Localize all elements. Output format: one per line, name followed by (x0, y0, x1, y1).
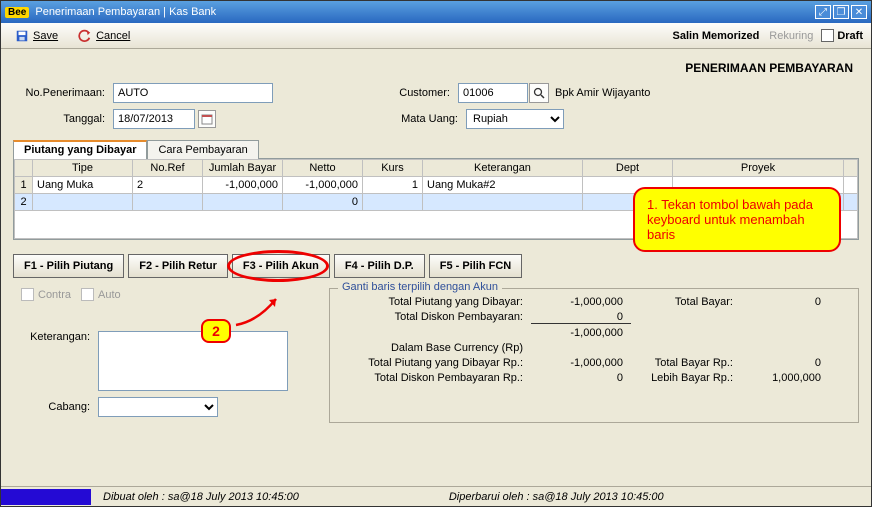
annotation-callout-2: 2 (201, 319, 231, 343)
sum-lebihbayar-val: 1,000,000 (741, 372, 821, 384)
status-created: Dibuat oleh : sa@18 July 2013 10:45:00 (93, 491, 309, 503)
col-ket: Keterangan (423, 160, 583, 177)
rekuring-label: Rekuring (769, 30, 813, 42)
save-label: Save (33, 30, 58, 42)
sum-diskon-rp-val: 0 (531, 372, 631, 384)
f4-pilih-dp-button[interactable]: F4 - Pilih D.P. (334, 254, 425, 278)
f2-pilih-retur-button[interactable]: F2 - Pilih Retur (128, 254, 228, 278)
sum-subtotal-val: -1,000,000 (531, 327, 631, 339)
save-icon (15, 29, 29, 43)
f3-pilih-akun-button[interactable]: F3 - Pilih Akun (232, 254, 330, 278)
col-noref: No.Ref (133, 160, 203, 177)
col-proyek: Proyek (673, 160, 844, 177)
matauang-label: Mata Uang: (401, 113, 466, 125)
save-button[interactable]: Save (9, 26, 64, 46)
sum-totalbayar-rp-label: Total Bayar Rp.: (631, 357, 741, 369)
calendar-icon (201, 113, 213, 125)
status-progress (1, 489, 91, 505)
undo-icon (78, 29, 92, 43)
sum-piutang-label: Total Piutang yang Dibayar: (336, 296, 531, 308)
tanggal-label: Tanggal: (13, 113, 113, 125)
cancel-label: Cancel (96, 30, 130, 42)
no-penerimaan-field[interactable] (113, 83, 273, 103)
draft-checkbox[interactable] (821, 29, 834, 42)
auto-label: Auto (98, 289, 121, 301)
sum-piutang-val: -1,000,000 (531, 296, 631, 308)
col-kurs: Kurs (363, 160, 423, 177)
summary-group: Ganti baris terpilih dengan Akun Total P… (329, 288, 859, 423)
cabang-combo[interactable] (98, 397, 218, 417)
f1-pilih-piutang-button[interactable]: F1 - Pilih Piutang (13, 254, 124, 278)
cabang-label: Cabang: (13, 401, 98, 413)
contra-label: Contra (38, 289, 71, 301)
sum-basecurr-label: Dalam Base Currency (Rp) (336, 342, 531, 354)
close-icon[interactable]: ✕ (851, 5, 867, 19)
sum-diskon-rp-label: Total Diskon Pembayaran Rp.: (336, 372, 531, 384)
col-jumlah: Jumlah Bayar (203, 160, 283, 177)
sum-totalbayar-label: Total Bayar: (631, 296, 741, 308)
col-netto: Netto (283, 160, 363, 177)
maximize-icon[interactable]: ❐ (833, 5, 849, 19)
matauang-combo[interactable]: Rupiah (466, 109, 564, 129)
customer-field[interactable] (458, 83, 528, 103)
sum-totalbayar-val: 0 (741, 296, 821, 308)
status-updated: Diperbarui oleh : sa@18 July 2013 10:45:… (439, 491, 674, 503)
sum-diskon-label: Total Diskon Pembayaran: (336, 311, 531, 324)
cancel-button[interactable]: Cancel (72, 26, 136, 46)
sum-diskon-val: 0 (531, 311, 631, 324)
minimize-icon[interactable]: ⤢ (815, 5, 831, 19)
no-penerimaan-label: No.Penerimaan: (13, 87, 113, 99)
tanggal-field[interactable] (113, 109, 195, 129)
sum-piutang-rp-label: Total Piutang yang Dibayar Rp.: (336, 357, 531, 369)
keterangan-textarea[interactable] (98, 331, 288, 391)
annotation-callout-1: 1. Tekan tombol bawah pada keyboard untu… (633, 187, 841, 252)
f5-pilih-fcn-button[interactable]: F5 - Pilih FCN (429, 254, 523, 278)
tab-piutang[interactable]: Piutang yang Dibayar (13, 140, 147, 159)
search-icon (533, 87, 545, 99)
toolbar: Save Cancel Salin Memorized Rekuring Dra… (1, 23, 871, 49)
auto-checkbox (81, 288, 94, 301)
customer-label: Customer: (393, 87, 458, 99)
window-title: Penerimaan Pembayaran | Kas Bank (35, 6, 813, 18)
group-title: Ganti baris terpilih dengan Akun (338, 281, 502, 293)
salin-memorized-link[interactable]: Salin Memorized (673, 30, 760, 42)
col-dept: Dept (583, 160, 673, 177)
tab-cara-pembayaran[interactable]: Cara Pembayaran (147, 140, 258, 159)
page-title: PENERIMAAN PEMBAYARAN (13, 57, 859, 83)
col-tipe: Tipe (33, 160, 133, 177)
customer-search-button[interactable] (529, 83, 549, 103)
sum-totalbayar-rp-val: 0 (741, 357, 821, 369)
sum-lebihbayar-label: Lebih Bayar Rp.: (631, 372, 741, 384)
status-bar: Dibuat oleh : sa@18 July 2013 10:45:00 D… (1, 486, 871, 506)
calendar-button[interactable] (198, 110, 216, 128)
contra-checkbox (21, 288, 34, 301)
title-bar: Bee Penerimaan Pembayaran | Kas Bank ⤢ ❐… (1, 1, 871, 23)
app-logo: Bee (5, 7, 29, 18)
draft-label: Draft (837, 30, 863, 42)
sum-piutang-rp-val: -1,000,000 (531, 357, 631, 369)
customer-name: Bpk Amir Wijayanto (555, 87, 650, 99)
keterangan-label: Keterangan: (13, 331, 98, 343)
